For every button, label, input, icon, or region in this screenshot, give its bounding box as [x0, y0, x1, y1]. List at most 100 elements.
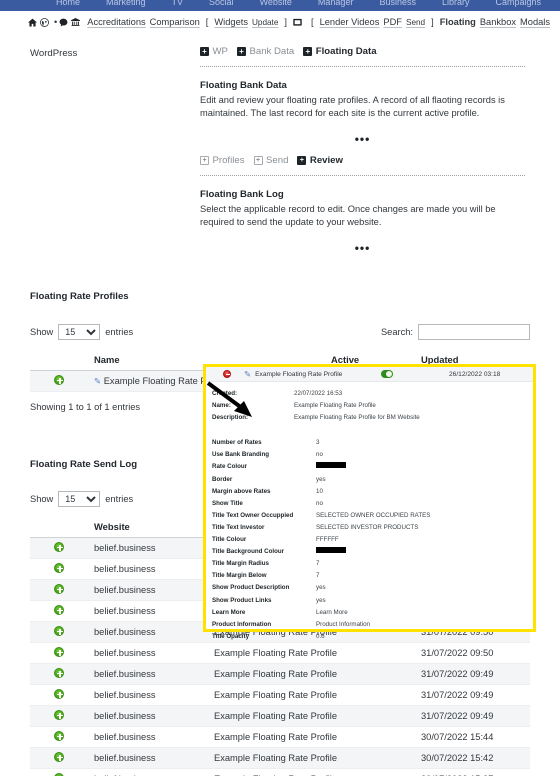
nav-pdf[interactable]: PDF: [383, 17, 402, 27]
edit-icon[interactable]: ✎: [244, 369, 251, 380]
nav-widgets[interactable]: Widgets: [214, 17, 248, 27]
sendlog-row-website: belief.business: [88, 600, 208, 622]
sendlog-row-expander[interactable]: [30, 621, 88, 643]
overlay-field-value: yes: [316, 584, 326, 592]
overlay-field-value: [316, 461, 346, 473]
nav-widgets-update[interactable]: Update: [252, 18, 278, 27]
edit-icon[interactable]: ✎: [94, 376, 101, 386]
table-row[interactable]: belief.businessExample Floating Rate Pro…: [30, 768, 530, 776]
nav-accreditations[interactable]: Accreditations: [87, 17, 145, 27]
table-row[interactable]: belief.businessExample Floating Rate Pro…: [30, 747, 530, 769]
profiles-search-input[interactable]: [418, 324, 530, 340]
nav-comparison[interactable]: Comparison: [150, 17, 200, 27]
tab-profiles[interactable]: + Profiles: [200, 155, 245, 166]
expand-plus-icon[interactable]: [54, 605, 64, 615]
comment-icon[interactable]: [59, 18, 68, 27]
overlay-collapse-cell[interactable]: [210, 370, 244, 378]
sendlog-row-expander[interactable]: [30, 537, 88, 559]
sendlog-row-expander[interactable]: [30, 726, 88, 748]
admin-bar-item-manager[interactable]: Manager: [318, 0, 354, 7]
profiles-search-control: Search:: [381, 324, 530, 340]
sendlog-page-length-select[interactable]: 152550100: [58, 491, 101, 507]
overlay-field-key: Title Text Investor: [212, 523, 265, 531]
nav-lender-videos[interactable]: Lender Videos: [320, 17, 380, 27]
tab-send[interactable]: + Send: [253, 155, 288, 166]
sendlog-row-expander[interactable]: [30, 705, 88, 727]
sendlog-row-expander[interactable]: [30, 768, 88, 776]
overlay-field-value: no: [316, 499, 323, 507]
plus-box-icon: +: [297, 155, 307, 165]
sendlog-col-website[interactable]: Website: [88, 517, 208, 538]
overlay-field-key: Use Bank Branding: [212, 451, 270, 459]
wordpress-icon[interactable]: [40, 17, 49, 27]
tab-bank-data[interactable]: + Bank Data: [236, 46, 294, 57]
expand-plus-icon[interactable]: [54, 563, 64, 573]
expand-plus-icon[interactable]: [54, 375, 64, 385]
expand-plus-icon[interactable]: [54, 542, 64, 552]
expand-plus-icon[interactable]: [54, 752, 64, 762]
sendlog-row-profile: Example Floating Rate Profile: [208, 642, 415, 664]
sendlog-col-expander[interactable]: [30, 517, 88, 538]
bank-icon[interactable]: [71, 17, 81, 27]
table-row[interactable]: belief.businessExample Floating Rate Pro…: [30, 663, 530, 685]
expand-plus-icon[interactable]: [54, 731, 64, 741]
sendlog-row-expander[interactable]: [30, 684, 88, 706]
sendlog-row-expander[interactable]: [30, 663, 88, 685]
profiles-panel-title: Floating Rate Profiles: [30, 291, 129, 302]
nav-modals[interactable]: Modals: [520, 17, 550, 27]
expand-plus-icon[interactable]: [54, 647, 64, 657]
screen-icon[interactable]: [293, 18, 302, 27]
table-row[interactable]: belief.businessExample Floating Rate Pro…: [30, 642, 530, 664]
sendlog-row-expander[interactable]: [30, 579, 88, 601]
sendlog-row-expander[interactable]: [30, 558, 88, 580]
admin-bar-item-social[interactable]: Social: [209, 0, 234, 7]
table-row[interactable]: belief.businessExample Floating Rate Pro…: [30, 684, 530, 706]
tab-review[interactable]: + Review: [297, 155, 343, 166]
profiles-table-info: Showing 1 to 1 of 1 entries: [30, 402, 141, 412]
annotation-arrow-icon: [206, 381, 252, 417]
admin-bar-item-website[interactable]: Website: [260, 0, 292, 7]
admin-bar-item-business[interactable]: Business: [379, 0, 416, 7]
collapse-minus-icon[interactable]: [223, 370, 231, 378]
admin-bar-item-library[interactable]: Library: [442, 0, 470, 7]
nav-bankbox[interactable]: Bankbox: [480, 17, 516, 27]
expand-plus-icon[interactable]: [54, 668, 64, 678]
expand-plus-icon[interactable]: [54, 584, 64, 594]
profiles-length-control: Show 152550100 entries: [30, 324, 133, 340]
table-row[interactable]: belief.businessExample Floating Rate Pro…: [30, 726, 530, 748]
admin-bar-item-campaigns[interactable]: Campaigns: [496, 0, 542, 7]
tab-wp[interactable]: + WP: [200, 46, 228, 57]
plus-box-outline-icon: +: [253, 155, 263, 165]
expand-plus-icon[interactable]: [54, 689, 64, 699]
profiles-col-expander[interactable]: [30, 350, 88, 371]
toggle-on-icon[interactable]: [381, 370, 393, 378]
sendlog-row-website: belief.business: [88, 705, 208, 727]
table-row[interactable]: belief.businessExample Floating Rate Pro…: [30, 705, 530, 727]
nav-floating[interactable]: Floating: [440, 17, 476, 27]
admin-bar-item-home[interactable]: Home: [56, 0, 80, 7]
home-icon[interactable]: [28, 18, 37, 27]
expand-plus-icon[interactable]: [54, 626, 64, 636]
sendlog-row-website: belief.business: [88, 621, 208, 643]
overlay-field-value: Learn More: [316, 608, 348, 616]
expand-plus-icon[interactable]: [54, 710, 64, 720]
overlay-body: Created: 22/07/2022 16:53 Name: Example Flo…: [206, 382, 533, 643]
profiles-page-length-select[interactable]: 152550100: [58, 324, 101, 340]
sendlog-row-sent: 30/07/2022 15:42: [415, 747, 530, 769]
tab-floating-data[interactable]: + Floating Data: [303, 46, 377, 57]
nav-send[interactable]: Send: [406, 18, 425, 27]
overlay-header-row[interactable]: ✎ Example Floating Rate Profile 26/12/20…: [206, 367, 533, 382]
admin-bar-item-marketing[interactable]: Marketing: [106, 0, 146, 7]
overlay-field-row: Title Margin Radius 7: [212, 558, 533, 570]
sendlog-row-website: belief.business: [88, 537, 208, 559]
admin-bar-item-tv[interactable]: TV: [172, 0, 184, 7]
sendlog-row-expander[interactable]: [30, 747, 88, 769]
sendlog-row-expander[interactable]: [30, 600, 88, 622]
profiles-row-expander[interactable]: [30, 370, 88, 392]
overlay-field-row: Border yes: [212, 474, 533, 486]
overlay-field-key: Margin above Rates: [212, 487, 271, 495]
overlay-field-key: Border: [212, 475, 233, 483]
sendlog-row-expander[interactable]: [30, 642, 88, 664]
sendlog-row-sent: 31/07/2022 09:49: [415, 663, 530, 685]
overlay-field-key: Rate Colour: [212, 463, 248, 471]
